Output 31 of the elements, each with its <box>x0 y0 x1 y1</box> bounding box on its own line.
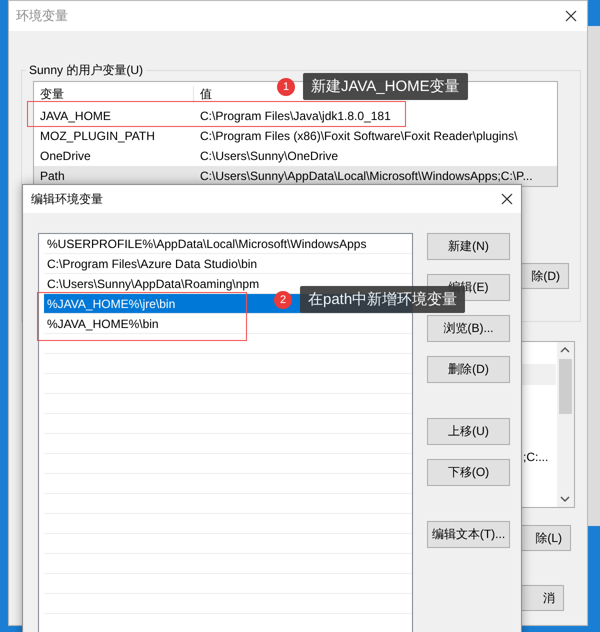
list-item[interactable]: %JAVA_HOME%\bin <box>44 314 412 334</box>
close-icon[interactable] <box>501 193 513 205</box>
table-row[interactable]: Path C:\Users\Sunny\AppData\Local\Microsoft\WindowsApps;C:\P... <box>34 166 557 186</box>
table-cell-text: OneDrive <box>39 149 92 163</box>
table-row[interactable]: JAVA_HOME C:\Program Files\Java\jdk1.8.0_181 <box>34 106 557 126</box>
group-label: Sunny 的用户变量(U) <box>26 62 146 79</box>
table-cell-text: C:\Program Files (x86)\Foxit Software\Foxit Reader\plugins\ <box>199 129 518 143</box>
table-cell-text: Path <box>39 169 66 183</box>
action-button[interactable]: 编辑文本(T)... <box>427 521 510 548</box>
scrollbar[interactable] <box>557 342 574 507</box>
window-title: 环境变量 <box>16 7 68 25</box>
action-button[interactable]: 下移(O) <box>427 459 510 486</box>
annotation-label: 新建JAVA_HOME变量 <box>303 73 468 100</box>
table-cell-text: JAVA_HOME <box>39 109 112 123</box>
table-cell-text: MOZ_PLUGIN_PATH <box>39 129 156 143</box>
table-cell-text: C:\Program Files\Java\jdk1.8.0_181 <box>199 109 391 123</box>
list-item[interactable]: %USERPROFILE%\AppData\Local\Microsoft\WindowsApps <box>44 234 412 254</box>
table-row[interactable]: OneDrive C:\Users\Sunny\OneDrive <box>34 146 557 166</box>
list-item[interactable]: C:\Program Files\Azure Data Studio\bin <box>44 254 412 274</box>
column-header[interactable]: 变量 <box>34 86 194 102</box>
column-header[interactable]: 值 <box>194 86 212 102</box>
action-button[interactable]: 浏览(B)... <box>427 315 510 342</box>
window-title: 编辑环境变量 <box>31 190 103 208</box>
action-button[interactable]: 删除(D) <box>427 356 510 383</box>
close-icon[interactable] <box>565 10 577 22</box>
action-button[interactable]: 上移(U) <box>427 418 510 445</box>
action-button[interactable]: 新建(N) <box>427 233 510 260</box>
table-cell-text: C:\Users\Sunny\AppData\Local\Microsoft\WindowsApps;C:\P... <box>199 169 533 183</box>
table-row[interactable]: MOZ_PLUGIN_PATH C:\Program Files (x86)\Foxit Software\Foxit Reader\plugins\ <box>34 126 557 146</box>
table-cell-text: C:\Users\Sunny\OneDrive <box>199 149 338 163</box>
list-item: ;C:... <box>523 450 548 464</box>
